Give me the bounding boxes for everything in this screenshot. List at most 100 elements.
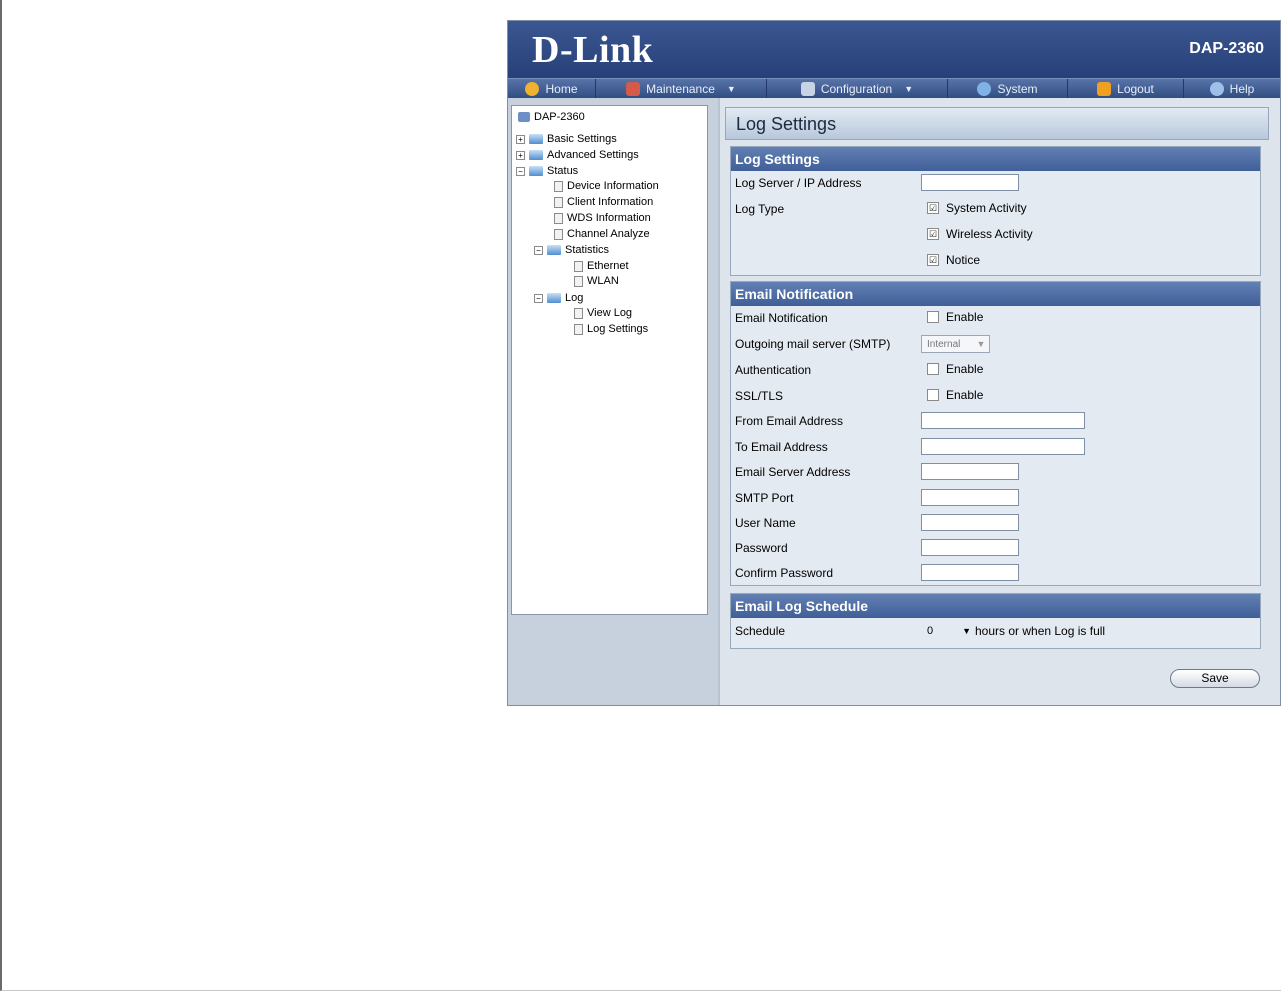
email-server-input[interactable] (921, 463, 1019, 480)
confirm-password-input[interactable] (921, 564, 1019, 581)
tree-basic-settings[interactable]: + Basic Settings (516, 133, 617, 145)
tree-label: Status (547, 165, 579, 177)
model-name: DAP-2360 (1189, 40, 1264, 57)
ssl-tls-checkbox[interactable] (927, 389, 939, 401)
tree-label: Ethernet (587, 260, 629, 272)
tree-status[interactable]: − Status (516, 165, 578, 177)
system-activity-checkbox[interactable]: ☑ (927, 202, 939, 214)
wireless-activity-row: ☑ Wireless Activity (733, 226, 1260, 250)
field-label: Confirm Password (735, 566, 834, 580)
email-notification-checkbox[interactable] (927, 311, 939, 323)
field-label: Outgoing mail server (SMTP) (735, 337, 891, 351)
field-label: User Name (735, 516, 796, 530)
collapse-icon[interactable]: − (516, 166, 525, 176)
to-email-input[interactable] (921, 438, 1085, 455)
password-input[interactable] (921, 539, 1019, 556)
tree-label: WDS Information (567, 212, 651, 224)
page-icon (574, 323, 583, 335)
from-email-row: From Email Address (733, 412, 1260, 436)
tree-wds-information[interactable]: WDS Information (554, 212, 651, 224)
nav-label: System (997, 81, 1038, 96)
tree-device-information[interactable]: Device Information (554, 180, 659, 192)
tools-icon (626, 81, 641, 96)
field-label: Authentication (735, 363, 812, 377)
tree-label: Advanced Settings (547, 149, 639, 161)
tree-wlan[interactable]: WLAN (574, 275, 619, 287)
nav-help[interactable]: Help (1184, 79, 1280, 98)
notice-checkbox[interactable]: ☑ (927, 254, 939, 266)
schedule-suffix: hours or when Log is full (975, 624, 1106, 638)
open-folder-icon (547, 245, 561, 255)
nav-configuration[interactable]: Configuration ▼ (767, 79, 948, 98)
log-server-row: Log Server / IP Address (733, 174, 1260, 198)
expand-icon[interactable]: + (516, 134, 525, 144)
nav-label: Help (1229, 81, 1255, 96)
user-name-input[interactable] (921, 514, 1019, 531)
tree-advanced-settings[interactable]: + Advanced Settings (516, 149, 639, 161)
checkbox-label: System Activity (946, 201, 1027, 215)
field-label: SMTP Port (735, 491, 794, 505)
nav-label: Logout (1117, 81, 1154, 96)
field-label: Schedule (735, 624, 786, 638)
chevron-down-icon: ▼ (976, 339, 986, 349)
tree-log-settings[interactable]: Log Settings (574, 323, 648, 335)
email-notification-section: Email Notification Email Notification En… (730, 281, 1261, 586)
chevron-down-icon: ▼ (904, 83, 914, 94)
folder-icon (529, 150, 543, 160)
checkbox-label: Wireless Activity (946, 227, 1033, 241)
tree-statistics[interactable]: − Statistics (534, 244, 609, 256)
tree-label: DAP-2360 (534, 111, 585, 123)
open-folder-icon (529, 166, 543, 176)
nav-maintenance[interactable]: Maintenance ▼ (596, 79, 767, 98)
tree-channel-analyze[interactable]: Channel Analyze (554, 228, 650, 240)
field-label: From Email Address (735, 414, 844, 428)
tree-label: WLAN (587, 275, 619, 287)
home-icon (525, 81, 540, 96)
log-type-row: Log Type ☑ System Activity (733, 200, 1260, 224)
checkbox-label: Notice (946, 253, 981, 267)
app-window: D-Link DAP-2360 Home Maintenance ▼ Config… (507, 20, 1281, 706)
tree-label: Device Information (567, 180, 659, 192)
tree-client-information[interactable]: Client Information (554, 196, 653, 208)
schedule-select[interactable]: 0 ▼ (921, 622, 971, 640)
collapse-icon[interactable]: − (534, 293, 543, 303)
tree-label: Basic Settings (547, 133, 617, 145)
nav-logout[interactable]: Logout (1068, 79, 1184, 98)
smtp-select[interactable]: Internal ▼ (921, 335, 990, 353)
log-server-input[interactable] (921, 174, 1019, 191)
authentication-checkbox[interactable] (927, 363, 939, 375)
user-name-row: User Name (733, 514, 1260, 538)
smtp-row: Outgoing mail server (SMTP) Internal ▼ (733, 335, 1260, 359)
page-icon (554, 212, 563, 224)
email-server-row: Email Server Address (733, 463, 1260, 487)
from-email-input[interactable] (921, 412, 1085, 429)
chevron-down-icon: ▼ (962, 626, 971, 636)
tree-log[interactable]: − Log (534, 292, 583, 304)
nav-home[interactable]: Home (508, 79, 596, 98)
content-area: DAP-2360 + Basic Settings + Advanced Setti… (508, 98, 1280, 705)
nav-label: Home (545, 81, 578, 96)
folder-icon (529, 134, 543, 144)
save-button[interactable]: Save (1170, 669, 1260, 688)
ssl-tls-row: SSL/TLS Enable (733, 387, 1260, 411)
tree-view-log[interactable]: View Log (574, 307, 632, 319)
smtp-port-input[interactable] (921, 489, 1019, 506)
page-icon (574, 307, 583, 319)
collapse-icon[interactable]: − (534, 245, 543, 255)
nav-label: Configuration (820, 81, 893, 96)
field-label: To Email Address (735, 440, 828, 454)
authentication-row: Authentication Enable (733, 361, 1260, 385)
page-icon (554, 196, 563, 208)
main-panel: Log Settings Log Settings Log Server / I… (718, 98, 1280, 705)
tree-ethernet[interactable]: Ethernet (574, 260, 629, 272)
disk-icon (800, 81, 815, 96)
navigation-tree: DAP-2360 + Basic Settings + Advanced Setti… (511, 105, 708, 615)
nav-system[interactable]: System (948, 79, 1068, 98)
field-label: Password (735, 541, 788, 555)
log-settings-section: Log Settings Log Server / IP Address Log… (730, 146, 1261, 276)
expand-icon[interactable]: + (516, 150, 525, 160)
tree-root[interactable]: DAP-2360 (518, 111, 585, 123)
wireless-activity-checkbox[interactable]: ☑ (927, 228, 939, 240)
password-row: Password (733, 539, 1260, 563)
section-title: Log Settings (731, 147, 1260, 171)
